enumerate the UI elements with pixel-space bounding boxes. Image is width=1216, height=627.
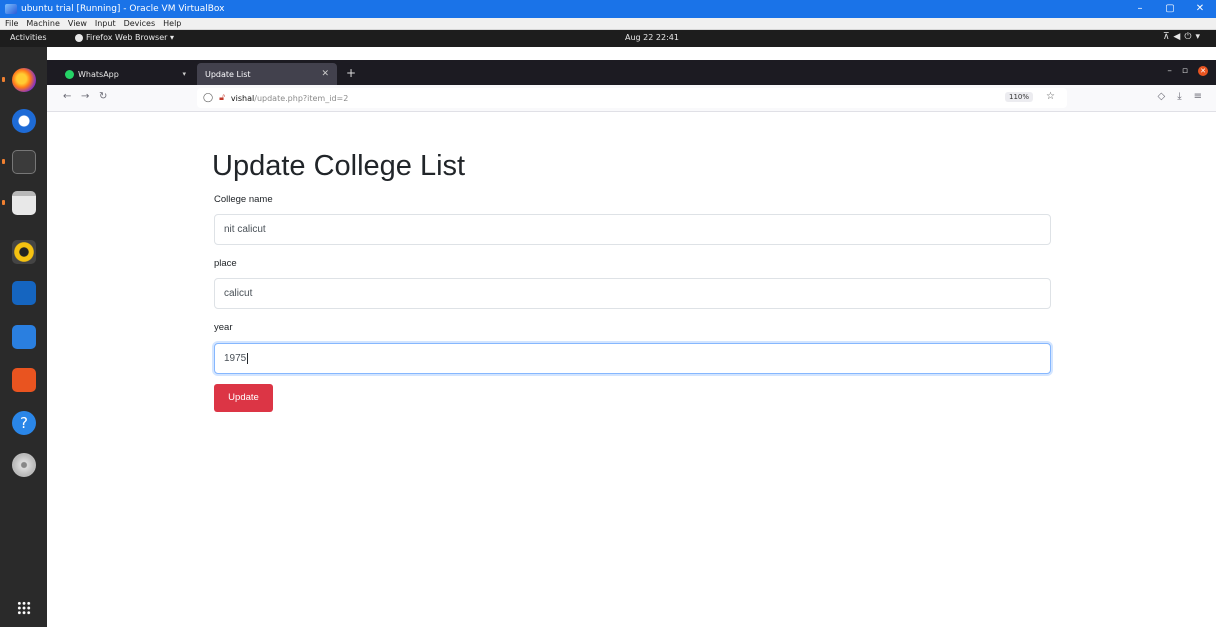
year-input[interactable]: 1975 [214,343,1051,374]
dock-files[interactable] [2,188,39,218]
toolbar-actions: ◇ ⤓ ≡ [1157,91,1202,102]
volume-icon: ◀ [1173,32,1185,42]
reload-button[interactable]: ↻ [99,91,107,102]
close-tab-icon[interactable]: ✕ [321,69,329,79]
dock-rhythmbox[interactable] [9,237,39,267]
chevron-down-icon: ▾ [1195,32,1204,42]
url-host: vishal [230,93,255,103]
dock-libreoffice[interactable] [9,322,39,352]
back-button[interactable]: ← [63,91,71,102]
college-name-value: nit calicut [224,224,266,235]
close-window-button[interactable]: ✕ [1186,0,1214,18]
document-icon [12,325,36,349]
insecure-lock-icon[interactable]: 🔓︎ [219,93,225,103]
software-center-icon [12,368,36,392]
place-value: calicut [224,288,253,299]
menu-help[interactable]: Help [163,19,181,28]
network-icon: ⊼ [1162,32,1174,42]
url-bar[interactable]: ◯ 🔓︎ vishal/update.php?item_id=2 110% ☆ [197,88,1067,108]
dock-disc[interactable] [9,450,39,480]
tab-update-list[interactable]: Update List ✕ [197,63,337,85]
year-value: 1975 [224,353,247,364]
firefox-icon [12,68,36,92]
browser-nav-bar: ← → ↻ ◯ 🔓︎ vishal/update.php?item_id=2 1… [47,85,1216,112]
place-input[interactable]: calicut [214,278,1051,309]
tracking-shield-icon[interactable]: ◯ [203,93,213,103]
forward-button[interactable]: → [81,91,89,102]
menu-input[interactable]: Input [95,19,116,28]
firefox-icon [75,33,83,42]
power-icon: ⏻ [1184,32,1196,42]
pocket-icon[interactable]: ◇ [1157,91,1165,102]
place-label: place [214,258,237,269]
app-grid-icon [17,601,31,615]
update-button[interactable]: Update [214,384,273,412]
rhythmbox-icon [12,240,36,264]
tab-whatsapp[interactable]: WhatsApp ▾ [57,63,192,85]
bookmark-star-icon[interactable]: ☆ [1046,91,1055,102]
show-applications-button[interactable] [9,593,39,623]
thunderbird-icon [12,109,36,133]
chevron-down-icon: ▾ [182,70,186,78]
close-icon[interactable]: ✕ [1198,66,1208,76]
college-name-input[interactable]: nit calicut [214,214,1051,245]
dock-terminal[interactable] [2,147,39,177]
menu-machine[interactable]: Machine [26,19,60,28]
whatsapp-icon [65,69,74,79]
dock-software[interactable] [9,365,39,395]
help-icon: ? [12,411,36,435]
virtualbox-title: ubuntu trial [Running] - Oracle VM Virtu… [21,4,225,14]
terminal-icon [12,150,36,174]
activities-button[interactable]: Activities [10,33,47,42]
virtualbox-menu-bar: File Machine View Input Devices Help [0,18,1216,30]
dock-thunderbird[interactable] [9,106,39,136]
menu-icon[interactable]: ≡ [1194,91,1202,102]
restore-icon[interactable]: ▫ [1182,66,1188,76]
disc-icon [12,453,36,477]
app-menu-label: Firefox Web Browser ▾ [86,33,174,42]
dock-firefox[interactable] [2,65,39,95]
files-icon [12,191,36,215]
virtualbox-icon [5,4,17,14]
maximize-window-button[interactable]: ▢ [1156,0,1184,18]
text-caret [247,352,249,364]
system-tray[interactable]: ⊼◀⏻▾ [1163,32,1204,42]
text-editor-icon [12,281,36,305]
browser-window-controls: – ▫ ✕ [1167,66,1208,76]
zoom-level[interactable]: 110% [1004,92,1033,102]
downloads-icon[interactable]: ⤓ [1177,91,1181,102]
menu-file[interactable]: File [5,19,18,28]
menu-devices[interactable]: Devices [124,19,156,28]
app-menu[interactable]: Firefox Web Browser ▾ [75,33,174,42]
dock-help[interactable]: ? [9,408,39,438]
gnome-top-bar: Activities Firefox Web Browser ▾ Aug 22 … [0,30,1216,47]
virtualbox-title-bar: ubuntu trial [Running] - Oracle VM Virtu… [0,0,1216,18]
page-title: Update College List [212,150,466,182]
page-content: Update College List College name nit cal… [47,112,1216,627]
tab-label: WhatsApp [78,69,119,79]
clock[interactable]: Aug 22 22:41 [625,33,679,42]
ubuntu-dock: ? [0,47,47,627]
new-tab-button[interactable]: + [344,66,358,80]
menu-view[interactable]: View [68,19,87,28]
browser-tab-strip: WhatsApp ▾ Update List ✕ + – ▫ ✕ [47,60,1216,85]
minimize-icon[interactable]: – [1167,66,1172,76]
minimize-window-button[interactable]: – [1126,0,1154,18]
college-name-label: College name [214,194,273,205]
year-label: year [214,322,233,333]
tab-label: Update List [205,69,251,79]
dock-writer[interactable] [9,278,39,308]
url-path: /update.php?item_id=2 [254,93,349,103]
